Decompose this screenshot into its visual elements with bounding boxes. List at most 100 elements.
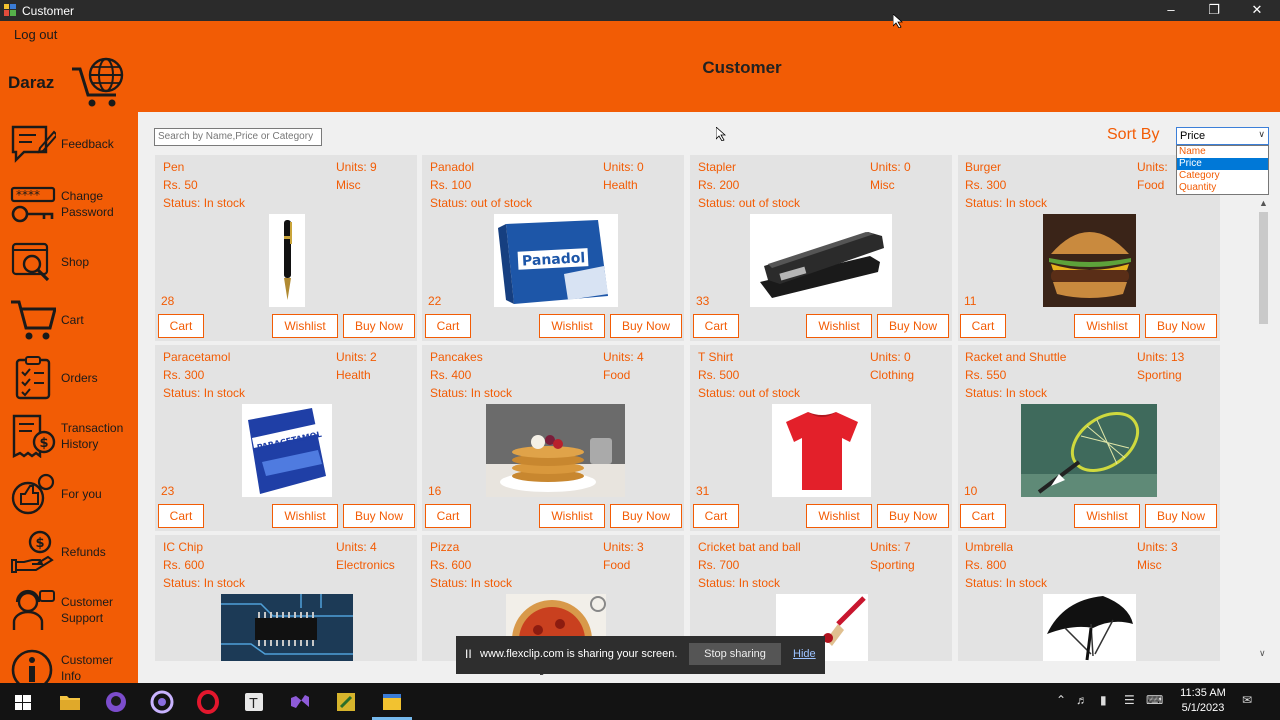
buy-now-button[interactable]: Buy Now	[343, 504, 415, 528]
clock-date: 5/1/2023	[1181, 702, 1225, 714]
product-price: Rs. 400	[430, 368, 472, 382]
product-units: Units: 0	[603, 160, 644, 174]
sidebar-item-label-line2: Password	[61, 205, 114, 219]
buy-now-button[interactable]: Buy Now	[1145, 504, 1217, 528]
active-app-icon[interactable]	[379, 689, 405, 715]
svg-text:Panadol: Panadol	[522, 250, 586, 269]
add-to-cart-button[interactable]: Cart	[425, 504, 471, 528]
scroll-up-arrow-icon[interactable]: ▲	[1259, 198, 1268, 208]
product-units: Units: 4	[603, 350, 644, 364]
taskbar-clock[interactable]: 11:35 AM 5/1/2023	[1178, 686, 1228, 716]
add-to-cart-button[interactable]: Cart	[158, 504, 204, 528]
for-you-hand-icon	[11, 473, 55, 515]
product-card-paracetamol: Paracetamol Rs. 300 Status: In stock Uni…	[155, 345, 417, 531]
product-card-ic-chip: IC Chip Rs. 600 Status: In stock Units: …	[155, 535, 417, 661]
wishlist-button[interactable]: Wishlist	[539, 504, 605, 528]
product-id: 22	[428, 294, 442, 308]
github-icon[interactable]	[103, 689, 129, 715]
browser-icon[interactable]	[149, 689, 175, 715]
wishlist-button[interactable]: Wishlist	[1074, 314, 1140, 338]
logout-link[interactable]: Log out	[14, 27, 57, 42]
sort-select[interactable]: Price ∨	[1176, 127, 1269, 145]
sort-option-name[interactable]: Name	[1177, 146, 1268, 158]
product-category: Food	[1137, 178, 1165, 192]
minimize-button[interactable]: –	[1148, 0, 1194, 21]
product-status: Status: In stock	[163, 576, 246, 590]
sidebar-item-label-line2: History	[61, 437, 99, 451]
shop-search-icon	[11, 242, 50, 282]
visual-studio-icon[interactable]	[287, 689, 313, 715]
keyboard-icon[interactable]: ⌨	[1146, 693, 1163, 707]
restore-button[interactable]: ❐	[1191, 0, 1237, 21]
info-icon	[11, 649, 53, 683]
battery-icon[interactable]: ▮	[1100, 693, 1107, 707]
buy-now-button[interactable]: Buy Now	[1145, 314, 1217, 338]
product-id: 11	[964, 294, 977, 308]
windows-start-icon[interactable]	[10, 689, 36, 715]
buy-now-button[interactable]: Buy Now	[877, 504, 949, 528]
wifi-icon[interactable]: ☰	[1124, 693, 1135, 707]
product-panel: Search by Name,Price or Category Sort By…	[138, 112, 1280, 683]
product-status: Status: In stock	[965, 196, 1048, 210]
product-id: 28	[161, 294, 175, 308]
add-to-cart-button[interactable]: Cart	[425, 314, 471, 338]
typora-icon[interactable]: T	[241, 689, 267, 715]
product-name: Pen	[163, 160, 185, 174]
product-image-racket	[1021, 404, 1157, 497]
screen-share-bar: II www.flexclip.com is sharing your scre…	[456, 636, 825, 674]
close-button[interactable]: ✕	[1234, 0, 1280, 21]
hide-link[interactable]: Hide	[793, 648, 816, 660]
product-status: Status: out of stock	[698, 386, 801, 400]
product-card-panadol: Panadol Rs. 100 Status: out of stock Uni…	[422, 155, 684, 341]
sidebar-item-shop[interactable]: Shop	[0, 234, 138, 290]
support-agent-icon	[12, 589, 55, 630]
stop-sharing-button[interactable]: Stop sharing	[689, 643, 781, 665]
notifications-icon[interactable]: ✉	[1242, 693, 1252, 707]
product-card-t-shirt: T Shirt Rs. 500 Status: out of stock Uni…	[690, 345, 952, 531]
product-id: 16	[428, 484, 442, 498]
wishlist-button[interactable]: Wishlist	[806, 314, 872, 338]
opera-icon[interactable]	[195, 689, 221, 715]
wishlist-button[interactable]: Wishlist	[806, 504, 872, 528]
product-name: Racket and Shuttle	[965, 350, 1067, 364]
sidebar-item-orders[interactable]: Orders	[0, 350, 138, 406]
sidebar-item-customer-info[interactable]: Customer Info	[0, 640, 138, 683]
tray-chevron-icon[interactable]: ⌃	[1056, 693, 1066, 707]
add-to-cart-button[interactable]: Cart	[693, 314, 739, 338]
wishlist-button[interactable]: Wishlist	[272, 504, 338, 528]
buy-now-button[interactable]: Buy Now	[610, 504, 682, 528]
sort-option-category[interactable]: Category	[1177, 170, 1268, 182]
product-name: T Shirt	[698, 350, 734, 364]
product-units: Units: 0	[870, 350, 911, 364]
sort-option-quantity[interactable]: Quantity	[1177, 182, 1268, 194]
buy-now-button[interactable]: Buy Now	[610, 314, 682, 338]
add-to-cart-button[interactable]: Cart	[693, 504, 739, 528]
buy-now-button[interactable]: Buy Now	[877, 314, 949, 338]
sidebar-item-cart[interactable]: Cart	[0, 292, 138, 348]
sidebar-item-for-you[interactable]: For you	[0, 466, 138, 522]
vertical-scrollbar[interactable]: ▲ ∨	[1256, 198, 1273, 663]
windows-taskbar: T ⌃ ♬ ▮ ☰ ⌨ 11:35 AM 5/1/2023 ✉	[0, 683, 1280, 720]
scrollbar-thumb[interactable]	[1259, 212, 1268, 324]
buy-now-button[interactable]: Buy Now	[343, 314, 415, 338]
sql-tool-icon[interactable]	[333, 689, 359, 715]
sidebar: Feedback **** Change Password Shop Cart …	[0, 112, 138, 683]
sidebar-item-change-password[interactable]: **** Change Password	[0, 176, 138, 232]
sidebar-item-refunds[interactable]: $ Refunds	[0, 524, 138, 580]
file-explorer-icon[interactable]	[57, 689, 83, 715]
wishlist-button[interactable]: Wishlist	[272, 314, 338, 338]
wishlist-button[interactable]: Wishlist	[539, 314, 605, 338]
add-to-cart-button[interactable]: Cart	[960, 504, 1006, 528]
scroll-down-arrow-icon[interactable]: ∨	[1259, 648, 1266, 659]
wishlist-button[interactable]: Wishlist	[1074, 504, 1140, 528]
product-category: Misc	[1137, 558, 1162, 572]
add-to-cart-button[interactable]: Cart	[158, 314, 204, 338]
volume-icon[interactable]: ♬	[1076, 693, 1088, 707]
app-header: Log out Daraz Customer	[0, 21, 1280, 112]
sidebar-item-customer-support[interactable]: Customer Support	[0, 582, 138, 638]
search-input[interactable]: Search by Name,Price or Category	[154, 128, 322, 146]
sidebar-item-transaction-history[interactable]: $ Transaction History	[0, 408, 138, 464]
sort-option-price[interactable]: Price	[1177, 158, 1268, 170]
add-to-cart-button[interactable]: Cart	[960, 314, 1006, 338]
sidebar-item-feedback[interactable]: Feedback	[0, 116, 138, 172]
